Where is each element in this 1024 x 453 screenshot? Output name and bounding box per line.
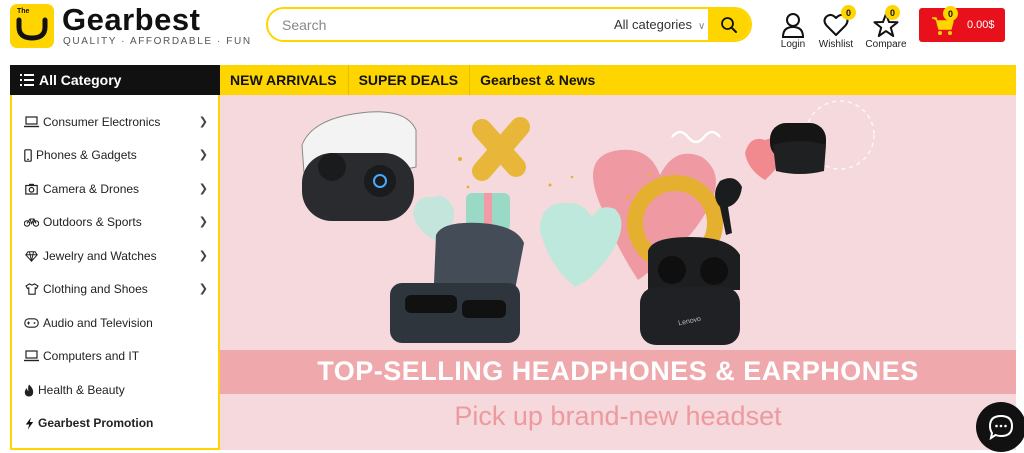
sidebar-item-outdoors-sports[interactable]: Outdoors & Sports ❯ xyxy=(24,211,208,233)
earbud-left-a xyxy=(318,153,346,181)
sidebar-item-health-beauty[interactable]: Health & Beauty xyxy=(24,379,208,401)
earbud-right-b xyxy=(700,257,728,285)
chevron-right-icon: ❯ xyxy=(198,149,208,161)
category-select-label: All categories xyxy=(614,17,693,32)
chat-bubble-icon xyxy=(988,414,1014,440)
chevron-right-icon: ❯ xyxy=(198,183,208,195)
search-input[interactable] xyxy=(282,15,602,35)
nav-link-super-deals[interactable]: SUPER DEALS xyxy=(349,65,471,95)
banner-headline: TOP-SELLING HEADPHONES & EARPHONES xyxy=(317,356,919,386)
gamepad-icon xyxy=(24,316,39,330)
chat-button[interactable] xyxy=(976,402,1024,452)
chevron-down-icon: ∨ xyxy=(698,21,706,32)
category-sidebar: Consumer Electronics ❯ Phones & Gadgets … xyxy=(10,95,220,450)
wishlist-count-badge: 0 xyxy=(841,5,856,20)
all-category-button[interactable]: All Category xyxy=(10,65,220,95)
all-category-label: All Category xyxy=(39,72,122,88)
sidebar-item-label: Health & Beauty xyxy=(38,383,125,397)
user-icon xyxy=(781,13,805,38)
search-button[interactable] xyxy=(708,9,750,40)
diamond-icon xyxy=(24,249,39,263)
mint-heart-shape xyxy=(540,202,622,287)
wishlist-button[interactable]: 0 Wishlist xyxy=(814,5,858,56)
cart-icon xyxy=(932,17,954,35)
sidebar-item-label: Camera & Drones xyxy=(43,182,140,196)
logo-name: Gearbest xyxy=(62,2,201,37)
sidebar-item-audio-television[interactable]: Audio and Television xyxy=(24,312,208,334)
logo-badge: The xyxy=(10,4,54,48)
chevron-right-icon: ❯ xyxy=(198,250,208,262)
sidebar-item-label: Outdoors & Sports xyxy=(43,215,142,229)
compare-button[interactable]: 0 Compare xyxy=(864,5,908,56)
camera-icon xyxy=(24,182,39,196)
earbud-right-a xyxy=(658,256,686,284)
banner-artwork: Lenovo xyxy=(301,100,875,345)
earbud-left-b xyxy=(364,165,396,197)
shirt-icon xyxy=(24,282,39,296)
sidebar-item-label: Audio and Television xyxy=(43,316,153,330)
gearbest-logo[interactable]: The Gearbest QUALITY · AFFORDABLE · FUN xyxy=(10,2,250,50)
main-nav: All Category NEW ARRIVALS SUPER DEALS Ge… xyxy=(10,65,1016,95)
site-header: The Gearbest QUALITY · AFFORDABLE · FUN … xyxy=(0,0,1024,64)
sidebar-item-camera-drones[interactable]: Camera & Drones ❯ xyxy=(24,178,208,200)
phone-icon xyxy=(24,148,32,162)
bolt-icon xyxy=(24,416,34,430)
search-bar: All categories ∨ xyxy=(266,7,752,42)
compare-count-badge: 0 xyxy=(885,5,900,20)
flame-icon xyxy=(24,383,34,397)
sidebar-item-jewelry-watches[interactable]: Jewelry and Watches ❯ xyxy=(24,245,208,267)
sidebar-item-phones-gadgets[interactable]: Phones & Gadgets ❯ xyxy=(24,144,208,166)
sidebar-item-label: Computers and IT xyxy=(43,349,140,363)
laptop-icon xyxy=(24,349,39,363)
nav-link-gearbest-news[interactable]: Gearbest & News xyxy=(470,65,606,95)
smile-icon xyxy=(16,17,48,41)
login-button[interactable]: Login xyxy=(771,12,815,56)
sidebar-item-clothing-shoes[interactable]: Clothing and Shoes ❯ xyxy=(24,278,208,300)
sidebar-item-computers-it[interactable]: Computers and IT xyxy=(24,345,208,367)
nav-links: NEW ARRIVALS SUPER DEALS Gearbest & News xyxy=(220,65,606,95)
search-icon xyxy=(721,16,737,33)
laptop-icon xyxy=(24,115,39,129)
sidebar-item-label: Consumer Electronics xyxy=(43,115,161,129)
chevron-right-icon: ❯ xyxy=(198,116,208,128)
gold-x-shape xyxy=(472,117,530,181)
cart-button[interactable]: 0 0.00$ xyxy=(919,6,1005,42)
chevron-right-icon: ❯ xyxy=(198,216,208,228)
sidebar-item-label: Gearbest Promotion xyxy=(38,416,154,430)
promo-banner[interactable]: Lenovo TOP-SELLING HEADPHONES & EARPHONE… xyxy=(220,95,1016,450)
login-label: Login xyxy=(780,39,806,50)
sidebar-item-label: Jewelry and Watches xyxy=(43,249,157,263)
compare-label: Compare xyxy=(865,39,907,50)
sidebar-item-label: Phones & Gadgets xyxy=(36,148,137,162)
sidebar-item-gearbest-promotion[interactable]: Gearbest Promotion xyxy=(24,412,208,434)
earbud-case-right xyxy=(640,287,740,345)
cart-total: 0.00$ xyxy=(967,19,995,31)
banner-subline: Pick up brand-new headset xyxy=(454,401,782,431)
menu-icon xyxy=(20,73,34,89)
nav-link-new-arrivals[interactable]: NEW ARRIVALS xyxy=(220,65,349,95)
chevron-right-icon: ❯ xyxy=(198,283,208,295)
sidebar-item-consumer-electronics[interactable]: Consumer Electronics ❯ xyxy=(24,111,208,133)
wishlist-label: Wishlist xyxy=(818,39,854,50)
category-select[interactable]: All categories ∨ xyxy=(614,17,705,32)
sidebar-item-label: Clothing and Shoes xyxy=(43,282,148,296)
bicycle-icon xyxy=(24,215,39,229)
logo-tagline: QUALITY · AFFORDABLE · FUN xyxy=(63,36,252,47)
